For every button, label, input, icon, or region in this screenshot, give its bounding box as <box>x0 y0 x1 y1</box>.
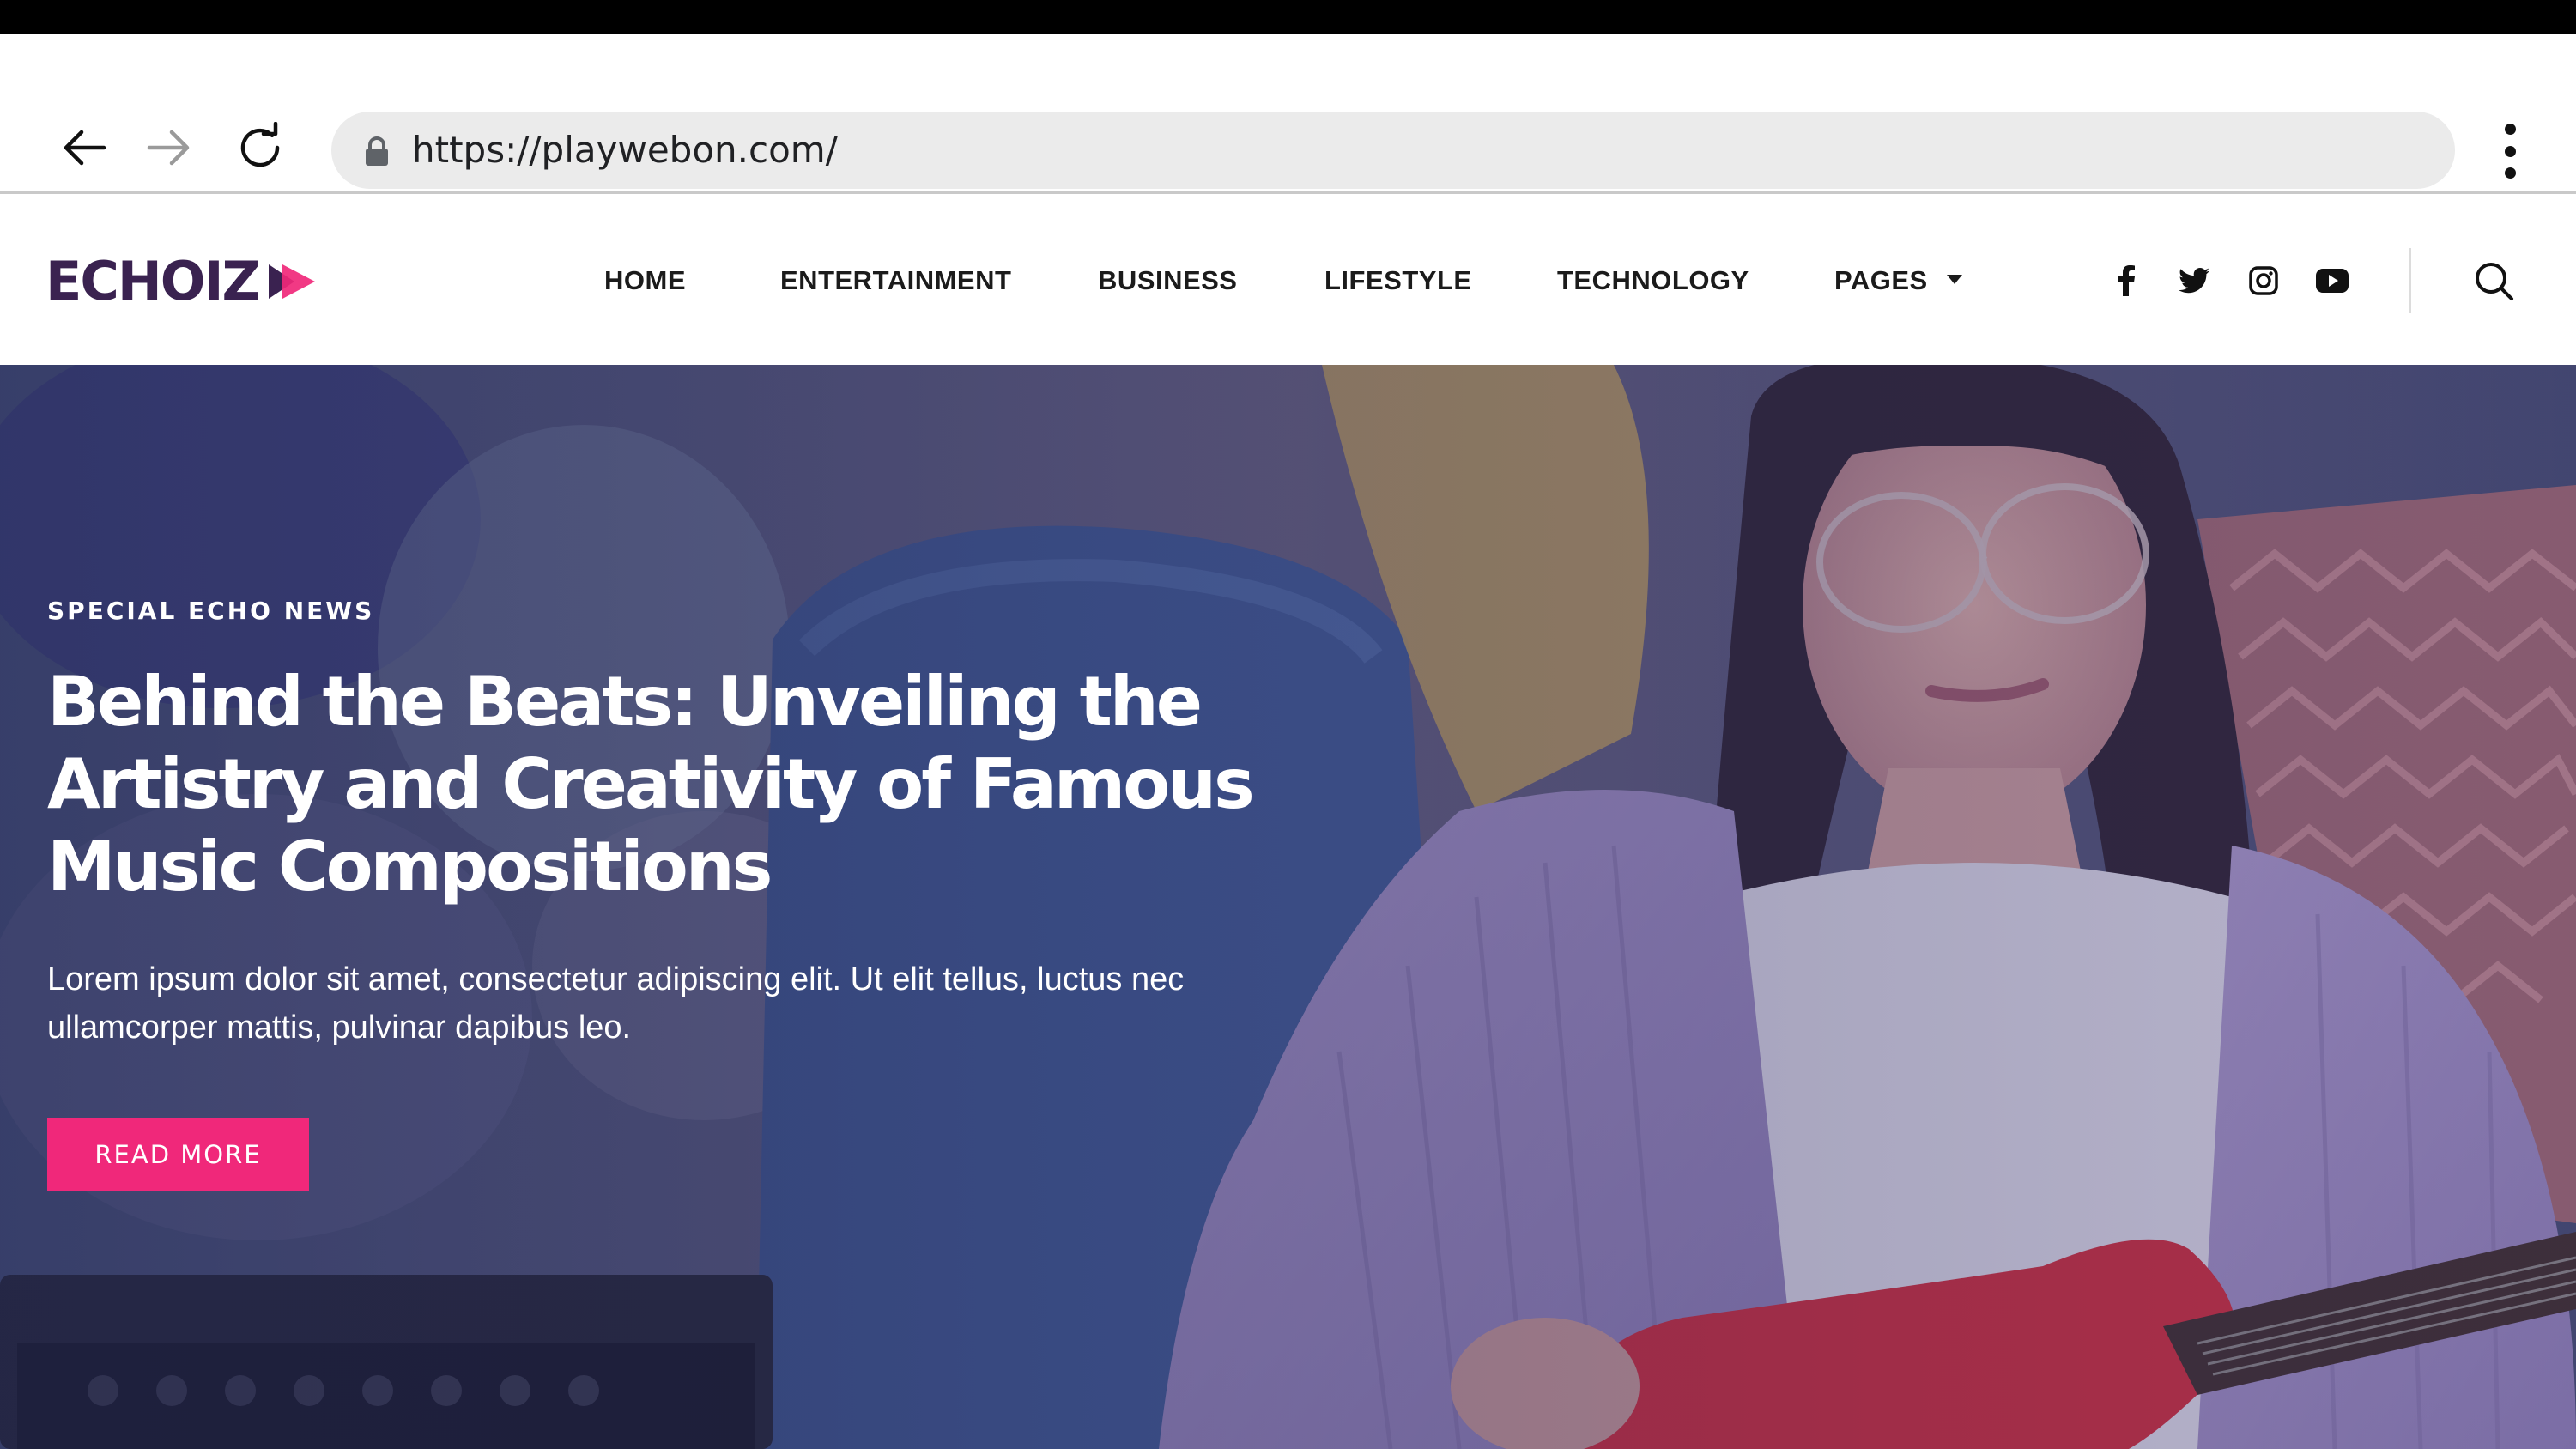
forward-button[interactable] <box>141 120 196 175</box>
search-button[interactable] <box>2471 258 2516 303</box>
menu-dot <box>2504 124 2516 135</box>
instagram-icon <box>2249 266 2278 295</box>
back-button[interactable] <box>58 120 112 175</box>
read-more-button[interactable]: READ MORE <box>47 1118 309 1191</box>
header-divider <box>2409 248 2411 313</box>
nav-item-business[interactable]: BUSINESS <box>1098 197 1237 365</box>
nav-item-pages-label: PAGES <box>1834 265 1928 295</box>
site-header: ECHOIZ HOME ENTERTAINMENT BUSINESS LIFES… <box>0 197 2576 365</box>
window-top-strip <box>0 0 2576 34</box>
nav-item-lifestyle[interactable]: LIFESTYLE <box>1324 197 1472 365</box>
menu-dot <box>2504 145 2516 157</box>
lock-icon <box>366 136 388 166</box>
address-bar[interactable]: https://playwebon.com/ <box>331 112 2455 189</box>
youtube-link[interactable] <box>2314 263 2350 299</box>
kebab-menu-icon[interactable] <box>2489 120 2531 182</box>
reload-icon <box>240 122 280 167</box>
nav-item-entertainment[interactable]: ENTERTAINMENT <box>780 197 1011 365</box>
twitter-link[interactable] <box>2176 263 2212 299</box>
twitter-icon <box>2179 268 2209 294</box>
arrow-left-icon <box>64 130 106 166</box>
hero-headline[interactable]: Behind the Beats: Unveiling the Artistry… <box>47 661 1335 908</box>
youtube-icon <box>2316 269 2349 293</box>
search-icon <box>2476 263 2513 300</box>
instagram-link[interactable] <box>2246 263 2282 299</box>
facebook-icon <box>2118 265 2135 296</box>
arrow-right-icon <box>147 130 190 166</box>
menu-dot <box>2504 167 2516 179</box>
hero-excerpt: Lorem ipsum dolor sit amet, consectetur … <box>47 961 1185 1046</box>
browser-toolbar: https://playwebon.com/ <box>0 34 2576 194</box>
nav-item-home[interactable]: HOME <box>604 197 686 365</box>
chevron-down-icon <box>1946 275 1962 285</box>
nav-item-technology[interactable]: TECHNOLOGY <box>1557 197 1749 365</box>
url-text[interactable]: https://playwebon.com/ <box>412 112 838 189</box>
reload-button[interactable] <box>233 120 288 175</box>
hero-section: SPECIAL ECHO NEWS Behind the Beats: Unve… <box>0 365 2576 1449</box>
hero-category[interactable]: SPECIAL ECHO NEWS <box>47 597 374 625</box>
main-nav: HOME ENTERTAINMENT BUSINESS LIFESTYLE TE… <box>0 197 2060 365</box>
facebook-link[interactable] <box>2108 263 2144 299</box>
nav-item-pages[interactable]: PAGES <box>1834 197 1962 365</box>
